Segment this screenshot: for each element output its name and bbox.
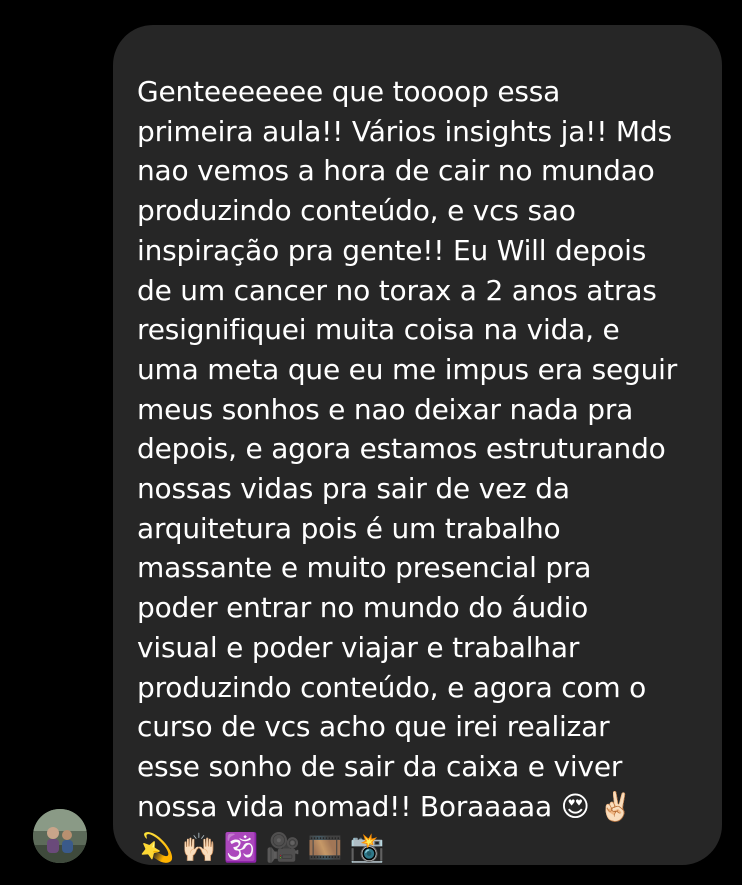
sender-avatar[interactable]	[33, 809, 87, 863]
film-frames-emoji-icon: 🎞️	[307, 831, 343, 865]
message-text: Genteeeeeee que toooop essa primeira aul…	[137, 75, 678, 823]
dizzy-emoji-icon: 💫	[139, 831, 175, 865]
message-bubble[interactable]: Genteeeeeee que toooop essa primeira aul…	[113, 25, 722, 865]
movie-camera-emoji-icon: 🎥	[265, 831, 301, 865]
om-symbol-emoji-icon: 🕉️	[223, 831, 259, 865]
avatar-photo	[33, 809, 87, 863]
chat-thread: Genteeeeeee que toooop essa primeira aul…	[0, 0, 742, 885]
raised-hands-emoji-icon: 🙌🏻	[181, 831, 217, 865]
camera-flash-emoji-icon: 📸	[349, 831, 385, 865]
emoji-row: 💫 🙌🏻 🕉️ 🎥 🎞️ 📸	[137, 828, 698, 868]
